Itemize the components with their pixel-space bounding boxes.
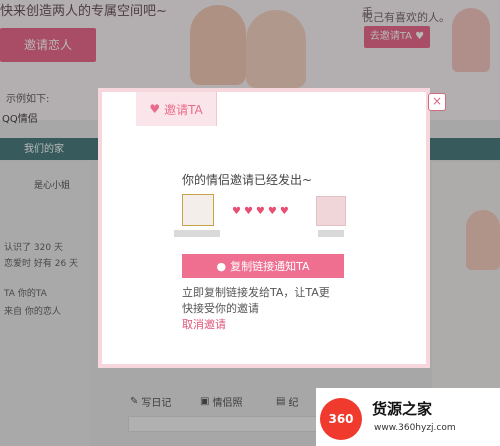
heart-icon: ♥: [149, 102, 161, 116]
partner-name-blurred: [318, 230, 344, 237]
my-name-blurred: [174, 230, 220, 237]
description-line-1: 立即复制链接发给TA，让TA更: [182, 286, 330, 299]
invite-ta-tab-label: 邀请TA: [164, 102, 203, 117]
invite-sent-title: 你的情侣邀请已经发出~: [182, 173, 313, 187]
description-line-2: 快接受你的邀请: [182, 302, 259, 315]
hearts-icon: ♥♥♥♥♥: [232, 206, 292, 217]
watermark-logo: 360: [320, 398, 362, 440]
watermark-url: www.360hyzj.com: [374, 423, 456, 433]
invite-ta-tab: ♥ 邀请TA: [136, 92, 217, 126]
copy-link-label: 复制链接通知TA: [230, 260, 310, 273]
copy-link-button[interactable]: ● 复制链接通知TA: [182, 254, 344, 278]
chat-bubble-icon: ●: [216, 259, 227, 273]
cancel-invite-link[interactable]: 取消邀请: [182, 316, 226, 332]
my-avatar: [182, 194, 214, 226]
close-icon[interactable]: ×: [428, 93, 446, 111]
invite-dialog: ♥ 邀请TA: [98, 88, 430, 368]
partner-avatar: [316, 196, 346, 226]
watermark-title: 货源之家: [372, 400, 433, 418]
